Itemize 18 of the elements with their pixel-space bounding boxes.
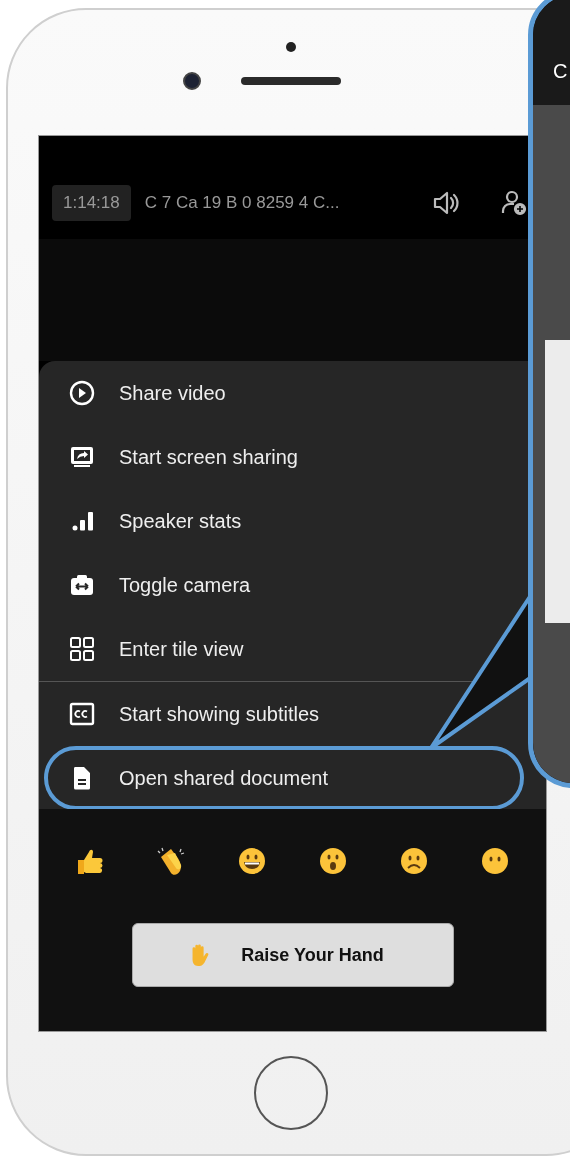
meeting-title: C 7 Ca 19 B 0 8259 4 C... <box>144 192 341 213</box>
grid-icon <box>69 636 95 662</box>
play-icon <box>69 380 95 406</box>
menu-item[interactable]: Share video <box>44 361 524 425</box>
menu-item[interactable]: Start screen sharing <box>44 425 524 489</box>
camera-dot <box>183 72 201 90</box>
home-button[interactable] <box>254 1056 328 1130</box>
sensor-dot <box>286 42 296 52</box>
screen-share-icon <box>69 444 95 470</box>
menu-item[interactable]: Speaker stats <box>44 489 524 553</box>
camera-switch-icon <box>69 572 95 598</box>
callout-title: C <box>553 60 568 83</box>
captions-icon <box>69 701 95 727</box>
raise-hand-button[interactable]: Raise Your Hand <box>131 923 454 987</box>
menu-item[interactable]: Toggle camera <box>44 553 524 617</box>
menu-item[interactable]: Start showing subtitles <box>44 682 524 746</box>
add-person-icon[interactable] <box>500 188 528 217</box>
call-timer: 1:14:18 <box>52 184 131 221</box>
